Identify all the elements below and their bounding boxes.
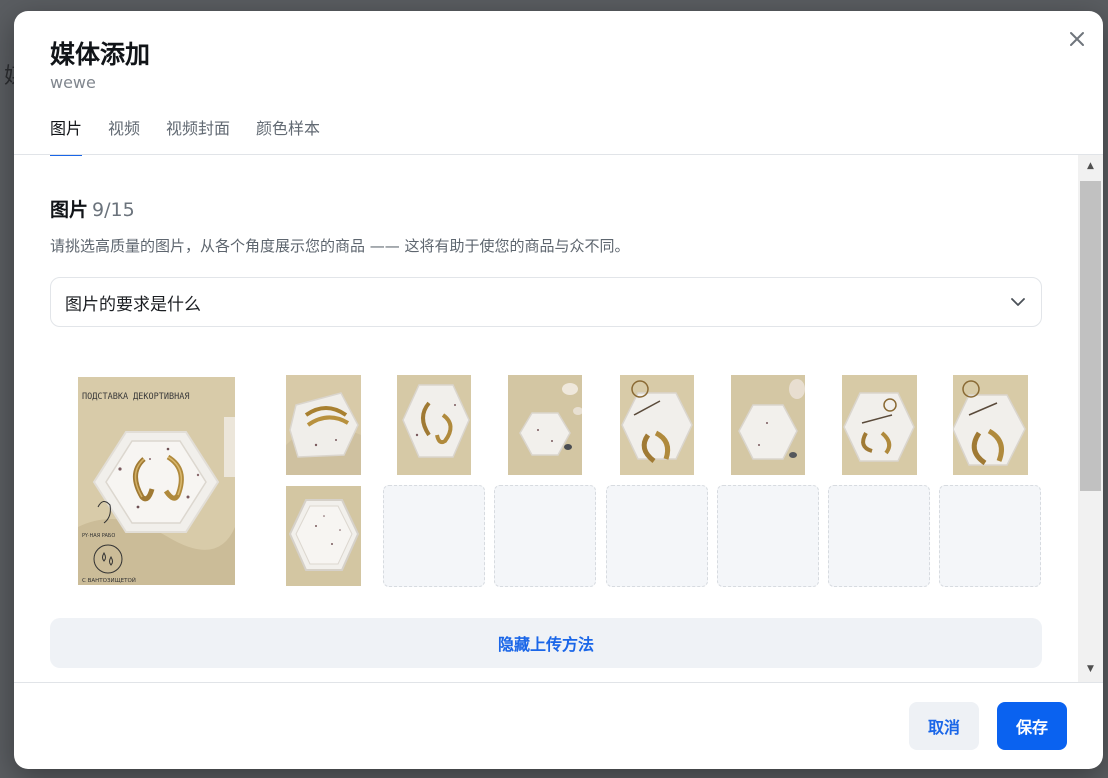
section-title: 图片 9/15 [50,195,135,222]
photo-footer-text: С ВАНТОЗИЩЕТОЙ [82,577,136,584]
image-thumbnail-2[interactable] [286,375,361,475]
tray-photo-5 [620,375,694,475]
modal-body: 图片 9/15 请挑选高质量的图片，从各个角度展示您的商品 —— 这将有助于使您的… [14,155,1103,682]
section-description: 请挑选高质量的图片，从各个角度展示您的商品 —— 这将有助于使您的商品与众不同。 [50,237,630,255]
save-button[interactable]: 保存 [997,702,1067,750]
svg-text:PY·HAЯ PAБО: PY·HAЯ PAБО [82,533,115,539]
requirements-label: 图片的要求是什么 [65,294,201,315]
modal-title: 媒体添加 [50,40,151,69]
tray-photo-2 [286,375,361,475]
image-thumbnail-8[interactable] [953,375,1028,475]
modal-header: 媒体添加 wewe 图片 视频 视频封面 颜色样本 [14,11,1103,156]
tab-video[interactable]: 视频 [108,117,140,155]
tab-video-cover[interactable]: 视频封面 [166,117,230,155]
modal-subtitle: wewe [50,73,96,92]
image-thumbnail-7[interactable] [842,375,917,475]
empty-image-slot[interactable] [939,485,1041,587]
close-icon [1070,32,1084,46]
photo-banner-text: ПОДСТАВКА ДЕКОРТИВНАЯ [82,392,189,402]
cancel-button[interactable]: 取消 [909,702,979,750]
empty-image-slot[interactable] [828,485,930,587]
empty-image-slot[interactable] [606,485,708,587]
tray-photo-4 [508,375,582,475]
tray-photo-6 [731,375,805,475]
empty-image-slot[interactable] [717,485,819,587]
scroll-up-icon[interactable]: ▲ [1078,157,1103,175]
image-count: 9/15 [92,199,135,221]
tray-photo-9 [286,486,361,586]
tab-images[interactable]: 图片 [50,117,83,156]
main-product-photo: ПОДСТАВКА ДЕКОРТИВНАЯ PY·HAЯ PAБО С ВАНТ… [78,377,235,585]
tray-photo-7 [842,375,917,475]
requirements-dropdown[interactable]: 图片的要求是什么 [50,277,1042,327]
section-title-label: 图片 [50,199,89,221]
image-thumbnail-4[interactable] [508,375,582,475]
hide-upload-methods-button[interactable]: 隐藏上传方法 [50,618,1042,668]
main-image-thumbnail[interactable]: ПОДСТАВКА ДЕКОРТИВНАЯ PY·HAЯ PAБО С ВАНТ… [78,377,235,585]
scrollbar-thumb[interactable] [1080,181,1101,491]
image-thumbnail-5[interactable] [620,375,694,475]
media-add-modal: 媒体添加 wewe 图片 视频 视频封面 颜色样本 图片 9/15 请挑选高质量的… [14,11,1103,769]
scroll-down-icon[interactable]: ▼ [1078,660,1103,678]
tray-photo-3 [397,375,471,475]
image-thumbnail-9[interactable] [286,486,361,586]
image-thumbnail-3[interactable] [397,375,471,475]
tab-color-swatches[interactable]: 颜色样本 [256,117,320,155]
image-thumbnail-6[interactable] [731,375,805,475]
close-button[interactable] [1065,27,1089,51]
tab-bar: 图片 视频 视频封面 颜色样本 [50,117,320,156]
tray-photo-8 [953,375,1028,475]
empty-image-slot[interactable] [494,485,596,587]
chevron-down-icon [1011,297,1025,306]
vertical-scrollbar[interactable]: ▲ ▼ [1078,155,1103,682]
empty-image-slot[interactable] [383,485,485,587]
footer-divider [14,682,1103,683]
